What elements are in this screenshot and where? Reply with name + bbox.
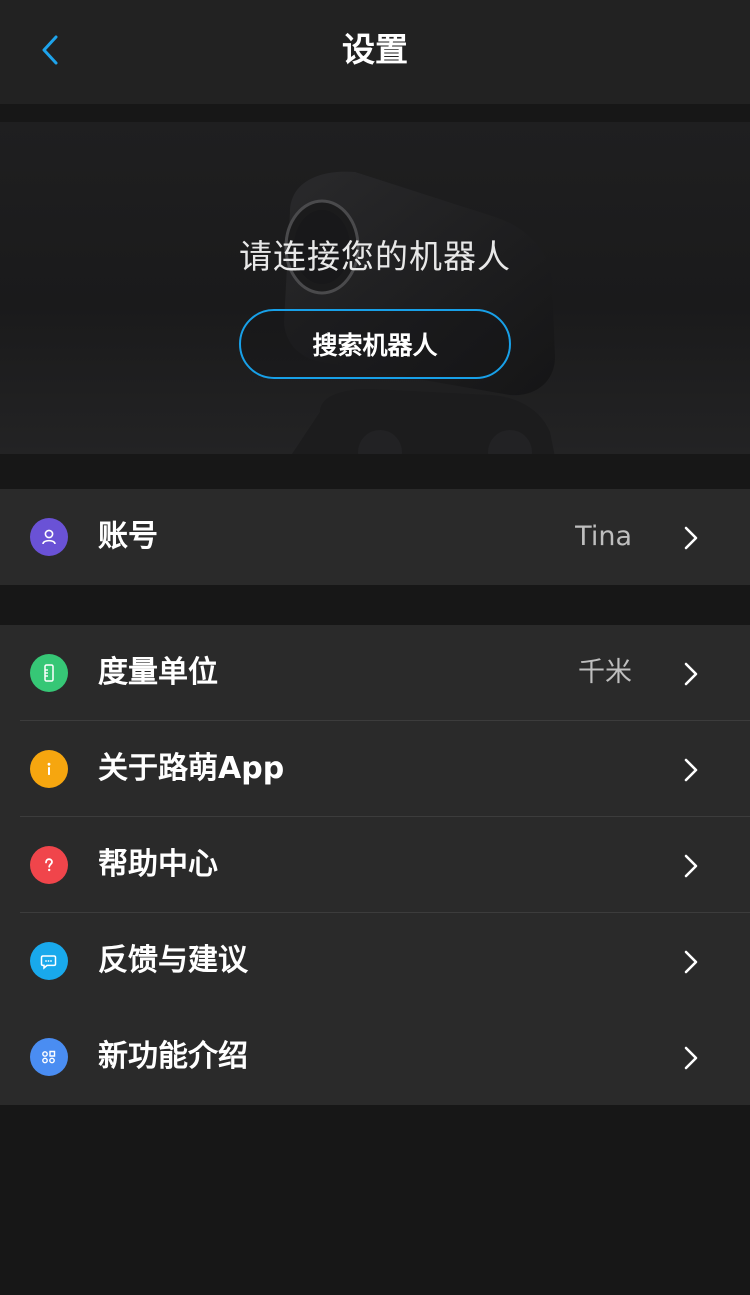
units-label: 度量单位 xyxy=(98,655,218,690)
units-row[interactable]: 度量单位 千米 xyxy=(0,625,750,721)
chevron-right-icon xyxy=(684,854,698,878)
chevron-right-icon xyxy=(684,662,698,686)
about-label: 关于路萌App xyxy=(98,751,285,786)
units-value: 千米 xyxy=(578,657,632,688)
account-label: 账号 xyxy=(98,519,158,554)
about-row[interactable]: 关于路萌App xyxy=(0,721,750,817)
user-icon xyxy=(30,518,68,556)
feedback-label: 反馈与建议 xyxy=(98,943,248,978)
chat-icon xyxy=(30,942,68,980)
feedback-row[interactable]: 反馈与建议 xyxy=(0,913,750,1009)
help-label: 帮助中心 xyxy=(98,847,218,882)
chevron-right-icon xyxy=(684,1046,698,1070)
chevron-right-icon xyxy=(684,758,698,782)
account-row[interactable]: 账号 Tina xyxy=(0,489,750,585)
account-group: 账号 Tina xyxy=(0,489,750,585)
question-icon xyxy=(30,846,68,884)
info-icon xyxy=(30,750,68,788)
ruler-icon xyxy=(30,654,68,692)
new-features-label: 新功能介绍 xyxy=(98,1039,248,1074)
nav-header: 设置 xyxy=(0,0,750,104)
help-row[interactable]: 帮助中心 xyxy=(0,817,750,913)
page-title: 设置 xyxy=(342,30,408,69)
robot-illustration xyxy=(284,171,555,454)
connect-prompt: 请连接您的机器人 xyxy=(239,237,511,276)
settings-group: 度量单位 千米 关于路萌App 帮助中心 反馈与建议 新功能介绍 xyxy=(0,625,750,1105)
features-icon xyxy=(30,1038,68,1076)
search-robot-button[interactable]: 搜索机器人 xyxy=(239,309,511,379)
account-value: Tina xyxy=(575,521,632,552)
new-features-row[interactable]: 新功能介绍 xyxy=(0,1009,750,1105)
settings-page: 设置 请连接您的机器人 搜索机器人 账号 Tina 度量单位 千米 关于路萌Ap… xyxy=(0,0,750,1295)
chevron-right-icon xyxy=(684,526,698,550)
chevron-right-icon xyxy=(684,950,698,974)
connect-robot-banner: 请连接您的机器人 搜索机器人 xyxy=(0,122,750,454)
